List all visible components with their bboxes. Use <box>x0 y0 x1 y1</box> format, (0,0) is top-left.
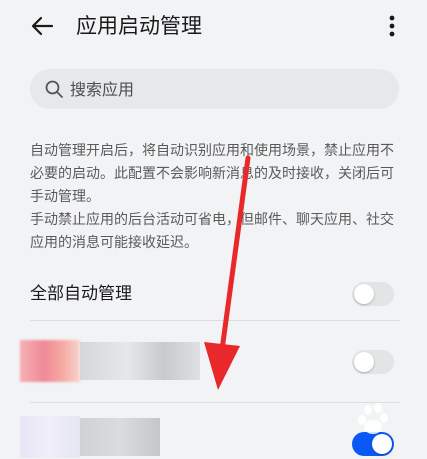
app-icon-blurred <box>20 340 80 382</box>
description-text: 自动管理开启后，将自动识别应用和使用场景，禁止应用不必要的启动。此配置不会影响新… <box>30 140 402 255</box>
arrow-left-icon[interactable] <box>28 12 56 40</box>
all-auto-toggle[interactable] <box>352 282 394 306</box>
baidu-watermark <box>310 400 420 450</box>
search-bar[interactable] <box>30 69 399 109</box>
all-auto-label: 全部自动管理 <box>30 284 132 304</box>
app-name-blurred <box>80 418 160 456</box>
app-icon-blurred <box>20 416 80 458</box>
description-line-2: 手动禁止应用的后台活动可省电，但邮件、聊天应用、社交应用的消息可能接收延迟。 <box>30 212 394 251</box>
more-vertical-icon[interactable] <box>384 10 400 42</box>
page-title: 应用启动管理 <box>76 14 202 38</box>
description-line-1: 自动管理开启后，将自动识别应用和使用场景，禁止应用不必要的启动。此配置不会影响新… <box>30 143 394 205</box>
divider <box>30 320 400 321</box>
toggle-knob <box>354 284 374 304</box>
baidu-paw-icon <box>358 403 388 434</box>
search-input[interactable] <box>70 69 370 109</box>
app-name-blurred <box>80 342 200 380</box>
app-header: 应用启动管理 <box>0 0 427 56</box>
search-icon <box>45 80 63 98</box>
app-toggle[interactable] <box>352 350 394 374</box>
toggle-knob <box>354 352 374 372</box>
app-list-item[interactable] <box>0 322 427 402</box>
